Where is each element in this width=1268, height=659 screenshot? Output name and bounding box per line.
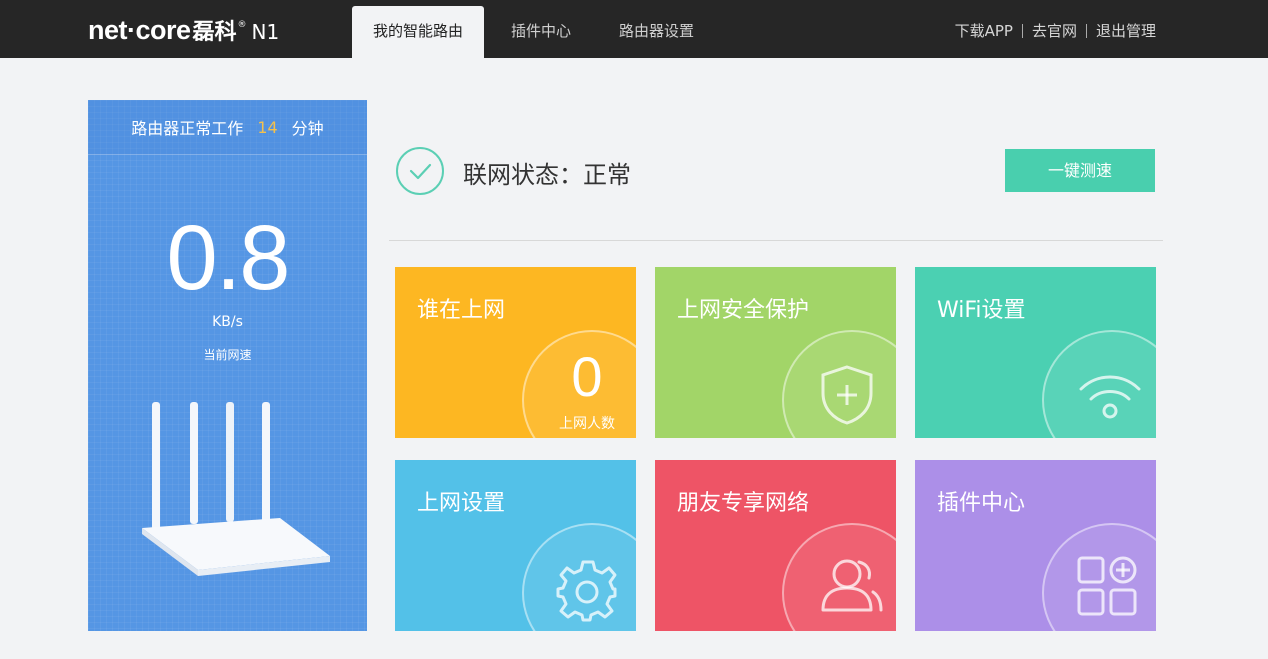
tile-who-online[interactable]: 谁在上网 0 上网人数 bbox=[395, 267, 636, 438]
top-bar: net·core 磊科 ® N1 我的智能路由 插件中心 路由器设置 下载APP… bbox=[0, 0, 1268, 58]
logout-link[interactable]: 退出管理 bbox=[1096, 20, 1156, 41]
brand-logo[interactable]: net·core 磊科 ® N1 bbox=[88, 14, 279, 46]
online-count: 0 bbox=[571, 345, 603, 408]
tile-title: 插件中心 bbox=[937, 491, 1026, 516]
brand-cn: 磊科 bbox=[192, 20, 237, 45]
header-links: 下载APP 去官网 退出管理 bbox=[955, 20, 1156, 41]
gear-icon bbox=[556, 560, 617, 622]
tile-friends-network[interactable]: 朋友专享网络 bbox=[655, 460, 896, 631]
plugins-icon bbox=[1077, 556, 1137, 616]
link-divider bbox=[1021, 23, 1023, 38]
tile-title: 谁在上网 bbox=[417, 298, 506, 323]
tab-my-router[interactable]: 我的智能路由 bbox=[352, 6, 485, 58]
official-site-link[interactable]: 去官网 bbox=[1032, 20, 1077, 41]
tile-title: 上网安全保护 bbox=[677, 298, 810, 323]
tile-internet-settings[interactable]: 上网设置 bbox=[395, 460, 636, 631]
current-speed-value: 0.8 bbox=[166, 207, 291, 309]
shield-plus-icon bbox=[821, 365, 873, 425]
network-status-title: 联网状态：正常 bbox=[463, 161, 631, 189]
speed-test-button[interactable]: 一键测速 bbox=[1005, 149, 1155, 192]
tab-plugin-center[interactable]: 插件中心 bbox=[490, 6, 592, 58]
uptime-bar: 路由器正常工作 14 分钟 bbox=[88, 100, 367, 155]
router-image bbox=[142, 402, 330, 576]
tile-title: WiFi设置 bbox=[937, 298, 1026, 323]
speed-unit: KB/s bbox=[212, 314, 243, 330]
brand-reg-mark: ® bbox=[237, 20, 247, 30]
uptime-prefix: 路由器正常工作 bbox=[131, 119, 244, 138]
main-nav: 我的智能路由 插件中心 路由器设置 bbox=[352, 6, 721, 58]
tile-plugin-center[interactable]: 插件中心 bbox=[915, 460, 1156, 631]
download-app-link[interactable]: 下载APP bbox=[955, 20, 1013, 41]
tile-security-protection[interactable]: 上网安全保护 bbox=[655, 267, 896, 438]
wifi-icon bbox=[1079, 375, 1141, 419]
tab-router-settings[interactable]: 路由器设置 bbox=[598, 6, 715, 58]
brand-model: N1 bbox=[251, 20, 280, 44]
uptime-minutes: 14 bbox=[257, 117, 278, 137]
tile-title: 朋友专享网络 bbox=[677, 491, 810, 516]
tile-wifi-settings[interactable]: WiFi设置 bbox=[915, 267, 1156, 438]
link-divider bbox=[1085, 23, 1087, 38]
router-status-panel: 路由器正常工作 14 分钟 0.8 KB/s 当前网速 bbox=[88, 100, 367, 631]
section-divider bbox=[389, 240, 1163, 241]
brand-name: net·core bbox=[88, 15, 191, 45]
uptime-unit: 分钟 bbox=[291, 119, 324, 138]
users-icon bbox=[821, 559, 883, 612]
tile-title: 上网设置 bbox=[417, 491, 506, 516]
online-count-label: 上网人数 bbox=[559, 416, 615, 432]
speed-label: 当前网速 bbox=[203, 348, 252, 362]
status-ok-icon bbox=[396, 147, 444, 195]
